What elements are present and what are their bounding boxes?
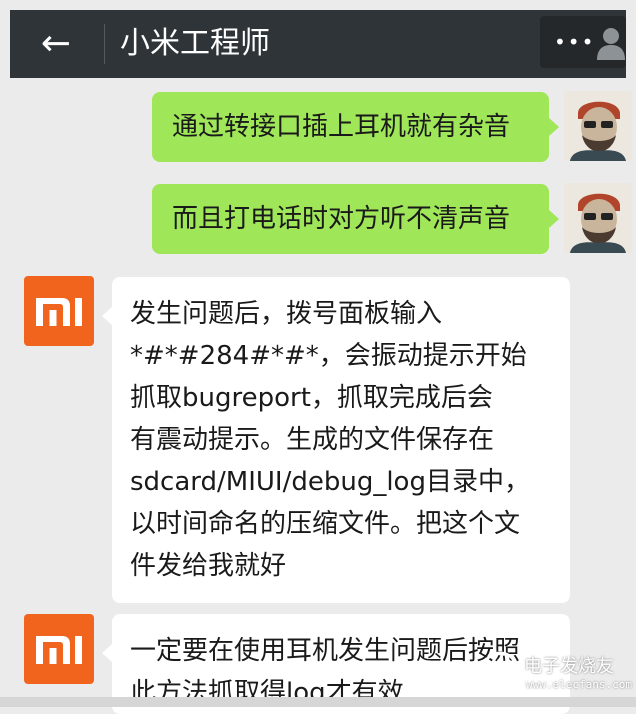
my-message-bubble[interactable]: 通过转接口插上耳机就有杂音 [152,92,559,162]
watermark-logo-icon [481,651,519,689]
back-arrow-icon[interactable]: ← [36,24,76,64]
user-portrait-icon[interactable] [564,183,632,253]
header-divider [104,24,105,64]
chat-header: ← 小米工程师 ••• [10,10,626,78]
elecfans-watermark: 电子发烧友 www.elecfans.com [474,646,634,702]
portrait-drawing [564,91,632,161]
message-text: 通过转接口插上耳机就有杂音 [172,112,511,142]
chat-title: 小米工程师 [120,26,270,61]
message-text: 而且打电话时对方听不清声音 [172,204,511,234]
user-profile-icon [597,28,625,60]
message-line: 件发给我就好 [130,551,287,581]
my-message-bubble[interactable]: 而且打电话时对方听不清声音 [152,184,559,254]
engineer-message-bubble[interactable]: 发生问题后，拨号面板输入 *#*#284#*#*，会振动提示开始 抓取bugre… [102,277,570,603]
mi-logo-icon[interactable] [24,276,94,346]
message-line: sdcard/MIUI/debug_log目录中， [130,467,530,497]
message-line: 以时间命名的压缩文件。把这个文 [130,509,521,539]
chat-info-button[interactable]: ••• [540,16,626,68]
mi-logo-glyph [36,298,82,326]
watermark-text: 电子发烧友 [524,656,614,677]
mi-logo-glyph [36,636,82,664]
portrait-drawing [564,183,632,253]
more-icon: ••• [554,30,596,54]
user-portrait-icon[interactable] [564,91,632,161]
bottom-edge [0,697,636,707]
message-line: 有震动提示。生成的文件保存在 [130,425,495,455]
watermark-url: www.elecfans.com [526,678,632,691]
mi-logo-icon[interactable] [24,614,94,684]
message-line: *#*#284#*#*，会振动提示开始 [130,341,527,371]
message-line: 抓取bugreport，抓取完成后会 [130,383,493,413]
message-line: 发生问题后，拨号面板输入 [130,299,443,329]
